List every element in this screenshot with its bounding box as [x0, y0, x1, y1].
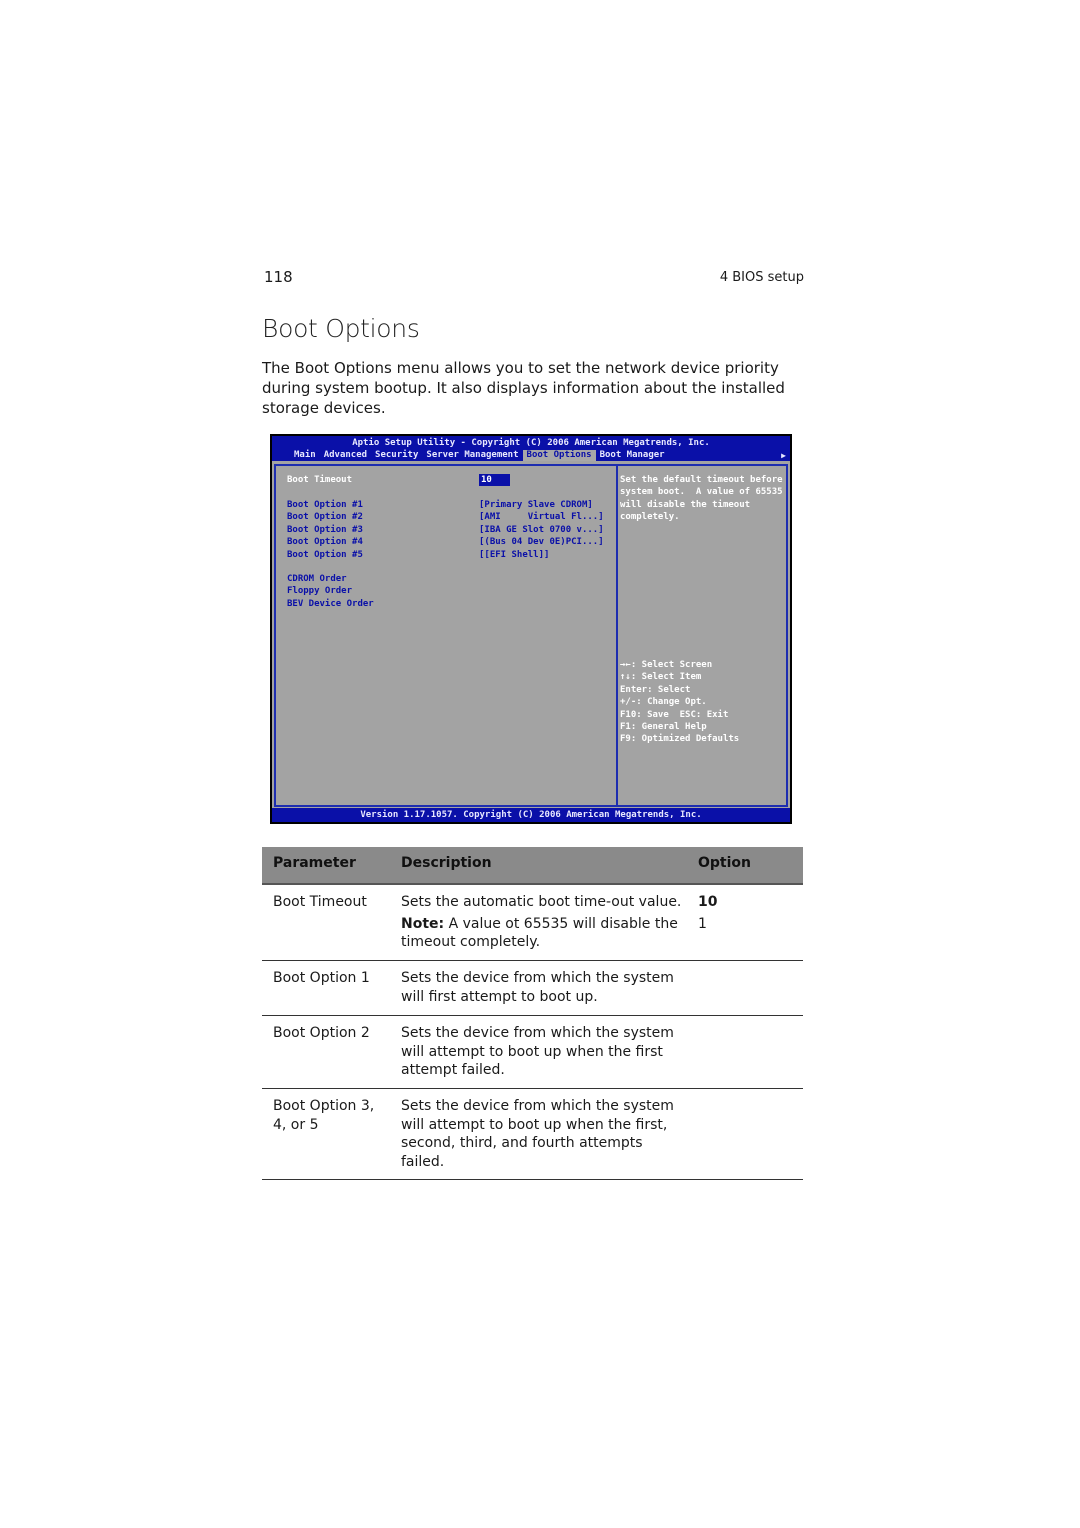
bios-help-line: system boot. A value of 65535 [620, 487, 783, 498]
bios-tab-advanced[interactable]: Advanced [320, 450, 371, 461]
option-value: 1 [698, 915, 707, 932]
bios-item-boot-option-3[interactable]: Boot Option #3 [287, 524, 363, 536]
bios-value-boot-option-5[interactable]: [[EFI Shell]] [479, 549, 549, 561]
bios-item-boot-option-2[interactable]: Boot Option #2 [287, 511, 363, 523]
chapter-label: 4 BIOS setup [719, 270, 804, 285]
bios-header: Aptio Setup Utility - Copyright (C) 2006… [272, 436, 790, 461]
bios-divider [616, 464, 618, 807]
bios-value-boot-option-3[interactable]: [IBA GE Slot 0700 v...] [479, 524, 604, 536]
bios-key-general-help: F1: General Help [620, 722, 707, 732]
bios-key-select-item: ↑↓: Select Item [620, 672, 702, 683]
intro-paragraph: The Boot Options menu allows you to set … [262, 359, 785, 417]
bios-body: Boot Timeout 10 Boot Option #1 [Primary … [272, 461, 790, 810]
bios-tab-security[interactable]: Security [371, 450, 422, 461]
bios-submenu-bev-device-order[interactable]: BEV Device Order [287, 598, 374, 610]
bios-value-boot-option-2[interactable]: [AMI Virtual Fl...] [479, 511, 604, 523]
bios-item-boot-option-5[interactable]: Boot Option #5 [287, 549, 363, 561]
table-header: Parameter Description Option [262, 847, 803, 885]
row-parameter: Boot Option 2 [273, 1025, 370, 1041]
bios-screenshot: Aptio Setup Utility - Copyright (C) 2006… [270, 434, 792, 824]
bios-help-line: completely. [620, 512, 680, 523]
parameter-table: Parameter Description Option Boot Timeou… [262, 847, 803, 1180]
bios-key-change-opt: +/-: Change Opt. [620, 697, 707, 708]
bios-tab-boot-manager[interactable]: Boot Manager [596, 450, 669, 461]
table-row: Boot Option 3, 4, or 5 Sets the device f… [262, 1089, 803, 1180]
row-options: 10 1 [698, 893, 717, 933]
option-default: 10 [698, 894, 718, 910]
row-parameter: Boot Option 3, 4, or 5 [273, 1098, 375, 1133]
page-number: 118 [264, 268, 293, 286]
bios-tabs: Main Advanced Security Server Management… [290, 450, 669, 461]
bios-help-line: will disable the timeout [620, 499, 751, 510]
bios-item-boot-option-4[interactable]: Boot Option #4 [287, 536, 363, 548]
table-row: Boot Option 2 Sets the device from which… [262, 1016, 803, 1089]
table-row: Boot Timeout Sets the automatic boot tim… [262, 885, 803, 961]
row-description: Sets the device from which the system wi… [401, 970, 674, 1005]
row-parameter: Boot Timeout [273, 894, 367, 910]
bios-key-optimized-defaults: F9: Optimized Defaults [620, 734, 740, 745]
row-description: Sets the automatic boot time-out value. … [401, 893, 686, 952]
row-parameter: Boot Option 1 [273, 970, 370, 986]
bios-footer: Version 1.17.1057. Copyright (C) 2006 Am… [272, 808, 790, 822]
bios-submenu-floppy-order[interactable]: Floppy Order [287, 585, 352, 597]
row-description-text: Sets the automatic boot time-out value. [401, 894, 682, 910]
header-description: Description [401, 855, 492, 871]
bios-key-select-screen: →←: Select Screen [620, 660, 713, 670]
table-row: Boot Option 1 Sets the device from which… [262, 961, 803, 1016]
header-parameter: Parameter [273, 855, 356, 871]
header-option: Option [698, 855, 751, 871]
bios-value-boot-timeout[interactable]: 10 [479, 474, 510, 487]
bios-tab-main[interactable]: Main [290, 450, 320, 461]
note-label: Note: [401, 915, 445, 932]
bios-help-line: Set the default timeout before [620, 475, 783, 485]
bios-submenu-cdrom-order[interactable]: CDROM Order [287, 573, 347, 585]
bios-title: Aptio Setup Utility - Copyright (C) 2006… [352, 438, 710, 448]
bios-key-save-exit: F10: Save ESC: Exit [620, 709, 729, 720]
bios-value-boot-option-4[interactable]: [(Bus 04 Dev 0E)PCI...] [479, 536, 604, 548]
section-title: Boot Options [262, 314, 420, 343]
row-description: Sets the device from which the system wi… [401, 1025, 674, 1078]
bios-item-boot-timeout[interactable]: Boot Timeout [287, 474, 352, 486]
row-description: Sets the device from which the system wi… [401, 1098, 674, 1170]
bios-item-boot-option-1[interactable]: Boot Option #1 [287, 499, 363, 511]
bios-tab-boot-options[interactable]: Boot Options [522, 450, 596, 461]
bios-value-boot-option-1[interactable]: [Primary Slave CDROM] [479, 499, 593, 511]
scroll-right-icon: ▶ [781, 451, 786, 460]
bios-key-enter: Enter: Select [620, 684, 691, 695]
bios-tab-server-management[interactable]: Server Management [422, 450, 522, 461]
